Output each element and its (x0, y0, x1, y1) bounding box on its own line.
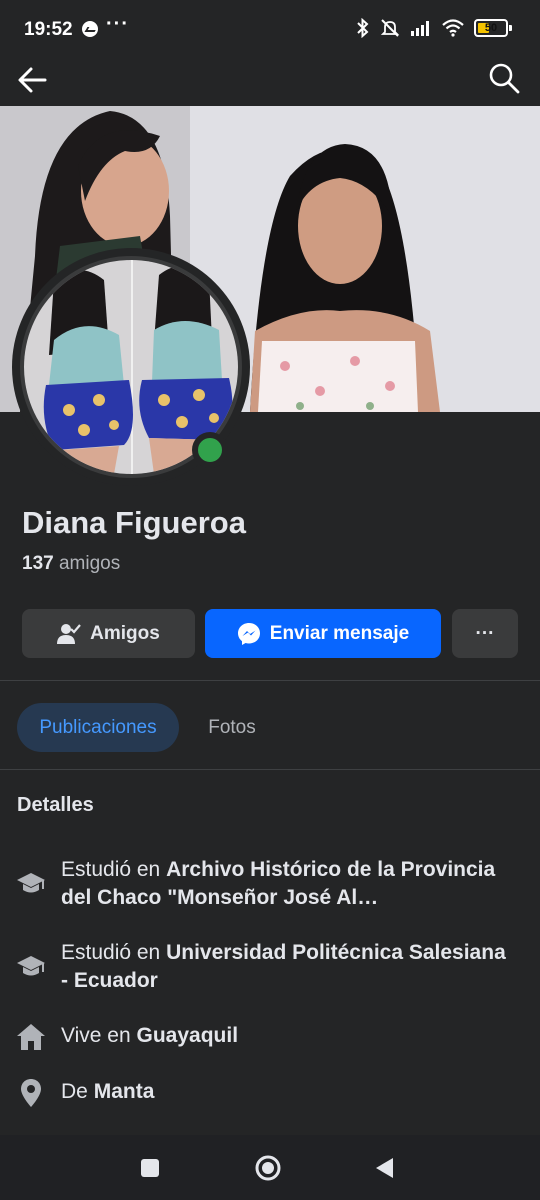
graduation-cap-icon (17, 956, 45, 976)
mute-icon (380, 19, 400, 37)
system-navigation-bar (0, 1135, 540, 1200)
bluetooth-icon (357, 18, 369, 38)
status-bar: 19:52 ··· 50 (0, 0, 540, 56)
online-status-indicator (192, 432, 228, 468)
home-circle-icon[interactable] (253, 1153, 283, 1183)
wifi-icon (442, 19, 464, 37)
friends-button-label: Amigos (90, 622, 160, 644)
profile-name: Diana Figueroa (22, 505, 246, 540)
status-time: 19:52 (24, 19, 73, 40)
send-message-button[interactable]: Enviar mensaje (205, 609, 441, 658)
status-icons: 50 (356, 18, 512, 38)
back-arrow-icon[interactable] (14, 60, 54, 100)
divider (0, 769, 540, 770)
details-title: Detalles (17, 794, 94, 816)
detail-text: Vive en Guayaquil (61, 1022, 511, 1050)
graduation-cap-icon (17, 873, 45, 893)
detail-value: Manta (93, 1080, 155, 1103)
tab-fotos[interactable]: Fotos (190, 703, 274, 752)
messenger-notification-icon (82, 21, 98, 37)
more-options-button[interactable]: ··· (452, 609, 518, 658)
detail-text: Estudió en Archivo Histórico de la Provi… (61, 856, 511, 912)
friends-check-icon (57, 623, 81, 644)
detail-value: Guayaquil (136, 1024, 239, 1047)
detail-prefix: Vive en (61, 1024, 131, 1047)
back-triangle-icon[interactable] (370, 1153, 400, 1183)
friend-count-number: 137 (22, 553, 54, 574)
messenger-icon (237, 622, 260, 645)
signal-icon (411, 21, 429, 36)
send-message-label: Enviar mensaje (269, 622, 410, 644)
detail-prefix: Estudió en (61, 941, 161, 964)
location-pin-icon (21, 1079, 41, 1107)
home-icon (17, 1024, 45, 1050)
more-options-icon: ··· (475, 622, 495, 644)
tab-publicaciones[interactable]: Publicaciones (17, 703, 179, 752)
divider (0, 680, 540, 681)
detail-prefix: Estudió en (61, 858, 161, 881)
friends-button[interactable]: Amigos (22, 609, 195, 658)
more-notifications-indicator: ··· (106, 13, 129, 35)
top-app-bar (0, 56, 540, 106)
battery-level: 50 (484, 22, 498, 34)
battery-icon: 50 (474, 19, 512, 37)
detail-text: Estudió en Universidad Politécnica Sales… (61, 939, 511, 995)
search-icon[interactable] (486, 60, 522, 96)
recents-icon[interactable] (135, 1153, 165, 1183)
detail-prefix: De (61, 1080, 88, 1103)
friend-count-label: amigos (58, 553, 121, 574)
detail-text: De Manta (61, 1078, 511, 1106)
friend-count[interactable]: 137 amigos (22, 553, 120, 575)
